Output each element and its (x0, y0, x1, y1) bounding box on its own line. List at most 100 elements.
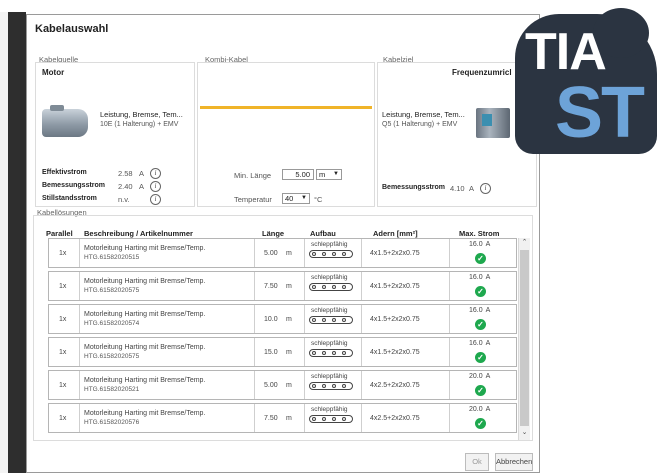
drag-chain-link (332, 384, 336, 388)
target-features: Leistung, Bremse, Tem... (382, 110, 465, 119)
column-divider (79, 305, 80, 333)
col-header-parallel: Parallel (46, 229, 73, 238)
cell-description: Motorleitung Harting mit Bremse/Temp. (84, 410, 206, 417)
cancel-button[interactable]: Abbrechen (495, 453, 533, 471)
drag-chain-link (322, 318, 326, 322)
table-row[interactable]: 1x Motorleitung Harting mit Bremse/Temp. H… (48, 403, 517, 433)
motor-image (42, 105, 88, 137)
drag-chain-link (322, 417, 326, 421)
chevron-down-icon: ▼ (333, 171, 339, 177)
col-header-length: Länge (262, 229, 285, 238)
col-header-cores: Adern [mm²] (373, 229, 418, 238)
column-divider (361, 305, 362, 333)
col-header-max-current: Max. Strom (459, 229, 500, 238)
cell-cores: 4x1.5+2x2x0.75 (370, 250, 420, 257)
temperature-unit: °C (314, 195, 323, 204)
drag-chain-icon (309, 250, 353, 258)
drag-chain-icon (309, 349, 353, 357)
table-row[interactable]: 1x Motorleitung Harting mit Bremse/Temp. H… (48, 238, 517, 268)
table-row[interactable]: 1x Motorleitung Harting mit Bremse/Temp. H… (48, 271, 517, 301)
scroll-down-icon[interactable]: ⌄ (520, 428, 529, 436)
cell-structure: schleppfähig (311, 241, 348, 248)
info-icon[interactable]: i (150, 194, 161, 205)
logo-text-st: ST (555, 73, 645, 153)
column-divider (254, 404, 255, 432)
length-unit-select[interactable]: m ▼ (316, 169, 342, 180)
drag-chain-link (332, 318, 336, 322)
info-icon[interactable]: i (150, 181, 161, 192)
cell-description: Motorleitung Harting mit Bremse/Temp. (84, 311, 206, 318)
cell-max-current: 16.0 A (469, 241, 490, 248)
column-divider (304, 239, 305, 267)
drag-chain-link (322, 351, 326, 355)
cell-article-number: HTG.61582020521 (84, 386, 140, 393)
target-rated-value: 4.10 (450, 184, 465, 193)
table-scrollbar[interactable]: ⌃ ⌄ (518, 238, 530, 440)
drag-chain-icon (309, 283, 353, 291)
column-divider (361, 371, 362, 399)
cell-length: 7.50 m (264, 415, 292, 422)
info-icon[interactable]: i (480, 183, 491, 194)
cell-article-number: HTG.61582020575 (84, 287, 140, 294)
cell-article-number: HTG.61582020574 (84, 320, 140, 327)
cell-max-current: 20.0 A (469, 373, 491, 380)
scroll-up-icon[interactable]: ⌃ (520, 238, 529, 246)
column-divider (449, 305, 450, 333)
cell-structure: schleppfähig (311, 274, 348, 281)
cell-length-unit: m (286, 283, 292, 290)
cell-structure: schleppfähig (311, 373, 348, 380)
cell-max-current: 16.0 A (469, 274, 490, 281)
table-row[interactable]: 1x Motorleitung Harting mit Bremse/Temp. H… (48, 304, 517, 334)
target-rated-unit: A (469, 184, 475, 193)
cell-max-current: 16.0 A (469, 307, 491, 314)
max-current-value: 16.0 (469, 340, 483, 347)
column-divider (304, 338, 305, 366)
cable-panel: Min. Länge 5.00 m ▼ Temperatur 40 ▼ °C (197, 62, 375, 207)
column-divider (304, 371, 305, 399)
table-row[interactable]: 1x Motorleitung Harting mit Bremse/Temp. H… (48, 370, 517, 400)
max-current-unit: A (485, 373, 491, 380)
column-divider (361, 272, 362, 300)
info-icon[interactable]: i (150, 168, 161, 179)
background-left-edge (0, 12, 8, 473)
column-divider (361, 404, 362, 432)
cell-length: 5.00 m (264, 250, 292, 257)
drag-chain-icon (309, 382, 353, 390)
column-divider (449, 404, 450, 432)
drag-chain-link (342, 285, 346, 289)
scrollbar-thumb[interactable] (520, 250, 529, 426)
min-length-input[interactable]: 5.00 (282, 169, 314, 180)
cell-length-unit: m (286, 250, 292, 257)
background-top (0, 0, 530, 12)
cell-structure: schleppfähig (311, 340, 348, 347)
source-unit-rated: A (139, 182, 145, 191)
drag-chain-link (322, 285, 326, 289)
column-divider (79, 272, 80, 300)
cable-selection-dialog: Kabelauswahl Kabelquelle Motor Leistung,… (26, 14, 540, 473)
column-divider (79, 371, 80, 399)
length-unit-value: m (319, 170, 326, 179)
cell-parallel: 1x (59, 316, 67, 323)
column-divider (304, 305, 305, 333)
column-divider (361, 239, 362, 267)
solutions-table: Parallel Beschreibung / Artikelnummer Lä… (33, 215, 533, 441)
temperature-value: 40 (285, 194, 294, 203)
max-current-unit: A (485, 307, 491, 314)
cell-description: Motorleitung Harting mit Bremse/Temp. (84, 377, 206, 384)
check-circle-icon: ✓ (475, 352, 486, 363)
cable-line (200, 106, 372, 109)
source-label-rated: Bemessungsstrom (42, 182, 106, 189)
source-unit-effective: A (139, 169, 145, 178)
temperature-select[interactable]: 40 ▼ (282, 193, 310, 204)
column-divider (449, 338, 450, 366)
drag-chain-link (312, 351, 316, 355)
column-divider (449, 371, 450, 399)
table-row[interactable]: 1x Motorleitung Harting mit Bremse/Temp. H… (48, 337, 517, 367)
max-current-value: 16.0 (469, 274, 483, 281)
column-divider (254, 305, 255, 333)
ok-button[interactable]: Ok (465, 453, 489, 471)
col-header-structure: Aufbau (310, 229, 336, 238)
col-header-description: Beschreibung / Artikelnummer (84, 229, 193, 238)
cell-parallel: 1x (59, 415, 67, 422)
check-circle-icon: ✓ (475, 253, 486, 264)
